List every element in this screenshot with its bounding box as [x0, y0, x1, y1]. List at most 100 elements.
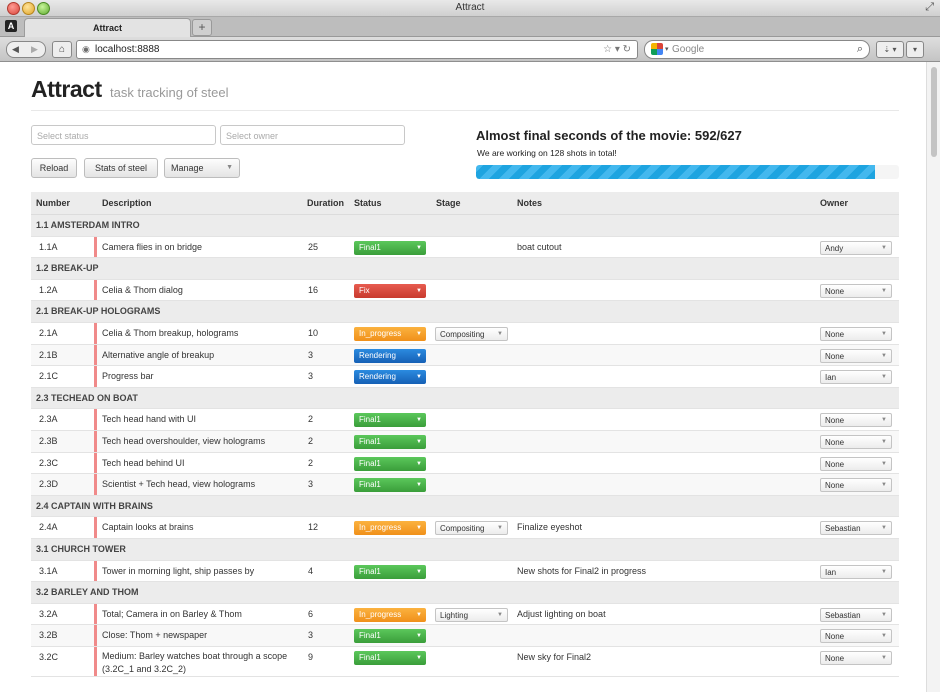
owner-select[interactable]: None ▼ [820, 434, 892, 449]
address-bar[interactable]: ◉ localhost:8888 ☆ ▾ ↻ [76, 40, 638, 59]
status-select[interactable]: Final1 ▼ [354, 650, 426, 665]
owner-select[interactable]: None ▼ [820, 413, 892, 428]
downloads-button[interactable]: ⇣ ▾ [876, 41, 904, 58]
table-row[interactable]: 1.2A Celia & Thom dialog 16 Fix ▼ None ▼ [31, 279, 899, 302]
home-button[interactable]: ⌂ [52, 41, 72, 58]
owner-select[interactable]: Ian ▼ [820, 564, 892, 579]
shot-notes: Adjust lighting on boat [517, 608, 606, 619]
table-row[interactable]: 3.2A Total; Camera in on Barley & Thom 6 In… [31, 603, 899, 626]
group-header-row: 3.2 BARLEY AND THOM [31, 582, 899, 604]
group-header-row: 2.4 CAPTAIN WITH BRAINS [31, 495, 899, 518]
table-row[interactable]: 3.2B Close: Thom + newspaper 3 Final1 ▼ None ▼ [31, 625, 899, 647]
forward-arrow-icon[interactable]: ▶ [31, 42, 38, 57]
table-row[interactable]: 2.3C Tech head behind UI 2 Final1 ▼ None ▼ [31, 452, 899, 475]
table-row[interactable]: 3.1A Tower in morning light, ship passes … [31, 560, 899, 583]
search-bar[interactable]: ▾ Google ⌕ [644, 40, 870, 59]
owner-label: None [825, 351, 845, 361]
menu-button[interactable]: ▾ [906, 41, 924, 58]
table-row[interactable]: 2.1C Progress bar 3 Rendering ▼ Ian ▼ [31, 366, 899, 388]
reload-button[interactable]: Reload [31, 158, 77, 178]
status-select[interactable]: Final1 ▼ [354, 413, 426, 428]
status-label: In_progress [359, 609, 402, 619]
url-text[interactable]: localhost:8888 [95, 41, 160, 58]
owner-filter-input[interactable]: Select owner [220, 125, 405, 145]
table-row[interactable]: 3.2C Medium: Barley watches boat through … [31, 646, 899, 677]
table-row[interactable]: 2.3A Tech head hand with UI 2 Final1 ▼ None ▼ [31, 409, 899, 431]
status-select[interactable]: Final1 ▼ [354, 564, 426, 579]
shot-duration: 3 [308, 349, 314, 360]
status-select[interactable]: Final1 ▼ [354, 629, 426, 644]
chevron-down-icon: ▼ [416, 482, 422, 489]
search-engine-dropdown-icon[interactable]: ▾ [665, 41, 669, 58]
table-row[interactable]: 2.3B Tech head overshoulder, view hologra… [31, 430, 899, 453]
owner-select[interactable]: None ▼ [820, 650, 892, 665]
row-marker [94, 236, 97, 258]
owner-select[interactable]: None ▼ [820, 348, 892, 363]
row-marker [94, 603, 97, 625]
chevron-down-icon: ▼ [226, 164, 233, 171]
status-select[interactable]: Rendering ▼ [354, 370, 426, 385]
status-select[interactable]: Final1 ▼ [354, 456, 426, 471]
home-icon: ⌂ [58, 44, 66, 55]
table-row[interactable]: 2.1A Celia & Thom breakup, holograms 10 In_… [31, 322, 899, 345]
owner-select[interactable]: None ▼ [820, 326, 892, 341]
page-scrollbar[interactable] [926, 62, 940, 692]
owner-select[interactable]: Andy ▼ [820, 240, 892, 255]
chevron-down-icon: ▼ [416, 611, 422, 618]
column-owner[interactable]: Owner [820, 192, 848, 214]
header-divider [31, 110, 899, 111]
status-select[interactable]: Fix ▼ [354, 283, 426, 298]
table-row[interactable]: 2.1B Alternative angle of breakup 3 Renderi… [31, 344, 899, 367]
stage-label: Compositing [440, 524, 485, 534]
bookmark-star-icon[interactable]: ☆ ▾ ↻ [603, 41, 631, 58]
row-marker [94, 625, 97, 646]
shot-duration: 9 [308, 651, 314, 662]
owner-select[interactable]: None ▼ [820, 478, 892, 493]
manage-dropdown[interactable]: Manage ▼ [164, 158, 240, 178]
owner-label: Ian [825, 373, 837, 383]
tab-bar: A Attract + [0, 17, 940, 37]
search-input[interactable]: Google [672, 41, 704, 58]
owner-select[interactable]: Sebastian ▼ [820, 521, 892, 536]
column-stage[interactable]: Stage [436, 192, 461, 214]
shot-description: Celia & Thom dialog [102, 284, 183, 295]
group-header-row: 1.2 BREAK-UP [31, 258, 899, 280]
tab-attract[interactable]: Attract [24, 18, 191, 37]
owner-select[interactable]: None ▼ [820, 456, 892, 471]
back-arrow-icon[interactable]: ◀ [12, 42, 19, 57]
fullscreen-icon[interactable]: ⤢ [925, 1, 934, 14]
status-select[interactable]: In_progress ▼ [354, 521, 426, 536]
chevron-down-icon: ▼ [416, 438, 422, 445]
column-notes[interactable]: Notes [517, 192, 542, 214]
chevron-down-icon: ▼ [497, 611, 503, 618]
table-row[interactable]: 2.4A Captain looks at brains 12 In_progress… [31, 517, 899, 539]
new-tab-button[interactable]: + [192, 19, 212, 36]
status-select[interactable]: Rendering ▼ [354, 348, 426, 363]
column-description[interactable]: Description [102, 192, 152, 214]
stage-select[interactable]: Compositing ▼ [435, 521, 508, 536]
stage-select[interactable]: Compositing ▼ [435, 326, 508, 341]
shot-duration: 3 [308, 479, 314, 490]
stats-button[interactable]: Stats of steel [84, 158, 158, 178]
row-marker [94, 452, 97, 474]
status-filter-input[interactable]: Select status [31, 125, 216, 145]
table-row[interactable]: 1.1A Camera flies in on bridge 25 Final1 ▼ bo… [31, 236, 899, 259]
table-row[interactable]: 2.3D Scientist + Tech head, view hologram… [31, 474, 899, 496]
search-icon[interactable]: ⌕ [857, 41, 863, 58]
status-select[interactable]: In_progress ▼ [354, 607, 426, 622]
scrollbar-thumb[interactable] [931, 67, 937, 157]
status-select[interactable]: Final1 ▼ [354, 478, 426, 493]
owner-select[interactable]: None ▼ [820, 283, 892, 298]
owner-select[interactable]: Sebastian ▼ [820, 607, 892, 622]
owner-select[interactable]: Ian ▼ [820, 370, 892, 385]
stage-select[interactable]: Lighting ▼ [435, 607, 508, 622]
column-number[interactable]: Number [36, 192, 70, 214]
column-duration[interactable]: Duration [307, 192, 344, 214]
column-status[interactable]: Status [354, 192, 382, 214]
owner-select[interactable]: None ▼ [820, 629, 892, 644]
status-select[interactable]: In_progress ▼ [354, 326, 426, 341]
row-marker [94, 517, 97, 538]
chevron-down-icon: ▼ [497, 330, 503, 337]
status-select[interactable]: Final1 ▼ [354, 434, 426, 449]
status-select[interactable]: Final1 ▼ [354, 240, 426, 255]
